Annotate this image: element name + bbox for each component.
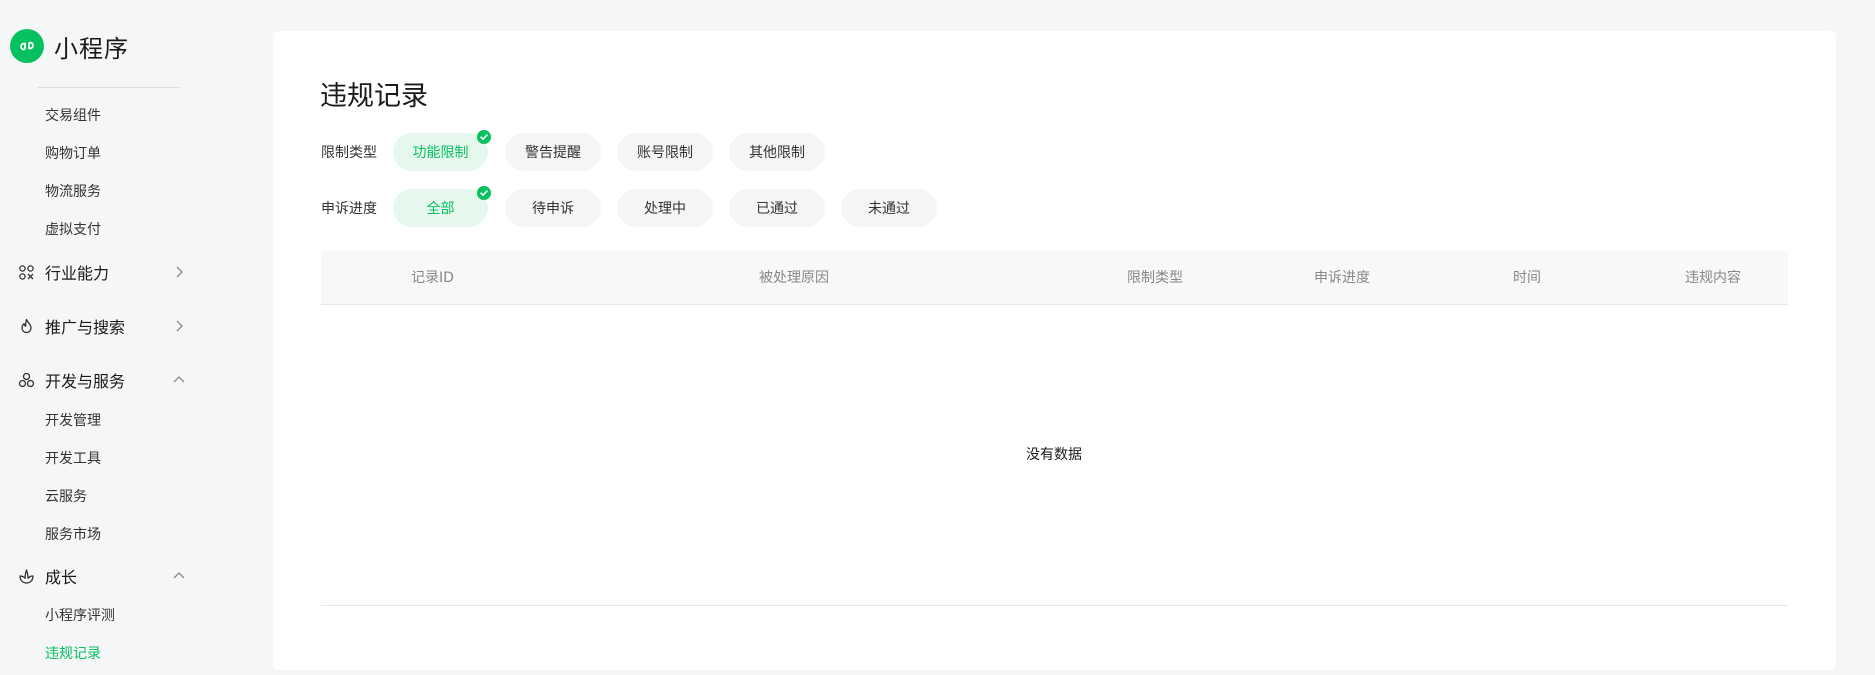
sidebar-group-industry[interactable]: 行业能力 bbox=[18, 259, 186, 285]
filter-chip-processing[interactable]: 处理中 bbox=[617, 189, 713, 227]
chip-label: 功能限制 bbox=[412, 145, 469, 161]
column-header-reason: 被处理原因 bbox=[759, 270, 829, 286]
sidebar-item-virtual-payment[interactable]: 虚拟支付 bbox=[45, 220, 101, 240]
filter-chip-function-restriction[interactable]: 功能限制 bbox=[393, 130, 491, 171]
sidebar-item-service-market[interactable]: 服务市场 bbox=[45, 525, 101, 545]
chevron-up-icon bbox=[172, 569, 186, 583]
sidebar-item-mini-program-review[interactable]: 小程序评测 bbox=[45, 606, 115, 626]
sidebar-group-label: 行业能力 bbox=[45, 264, 110, 283]
industry-icon bbox=[18, 264, 35, 281]
appeal-progress-label: 申诉进度 bbox=[321, 201, 377, 217]
empty-state-text: 没有数据 bbox=[1026, 447, 1082, 463]
filter-chip-rejected[interactable]: 未通过 bbox=[841, 189, 937, 227]
column-header-record-id: 记录ID bbox=[411, 270, 454, 286]
sidebar-item-cloud-service[interactable]: 云服务 bbox=[45, 487, 87, 507]
sidebar-group-label: 推广与搜索 bbox=[45, 318, 126, 337]
brand-title: 小程序 bbox=[54, 34, 129, 63]
sidebar-group-promotion[interactable]: 推广与搜索 bbox=[18, 313, 186, 339]
promotion-icon bbox=[18, 318, 35, 335]
column-header-violation-content: 违规内容 bbox=[1685, 270, 1741, 286]
chip-label: 其他限制 bbox=[749, 145, 805, 161]
check-icon bbox=[477, 130, 491, 144]
restriction-type-label: 限制类型 bbox=[321, 145, 377, 161]
table-header: 记录ID 被处理原因 限制类型 申诉进度 时间 违规内容 bbox=[321, 251, 1788, 305]
sidebar-group-dev-service[interactable]: 开发与服务 bbox=[18, 367, 186, 393]
filter-chip-pending-appeal[interactable]: 待申诉 bbox=[505, 189, 601, 227]
sidebar-group-label: 成长 bbox=[45, 568, 78, 587]
chip-label: 全部 bbox=[426, 201, 455, 217]
sidebar-item-trade-component[interactable]: 交易组件 bbox=[45, 106, 101, 126]
table-bottom-border bbox=[321, 605, 1788, 606]
column-header-restriction-type: 限制类型 bbox=[1127, 270, 1183, 286]
sidebar: 小程序 交易组件 购物订单 物流服务 虚拟支付 行业能力 推广与搜索 开发与服务… bbox=[0, 0, 260, 675]
main-panel: 违规记录 限制类型 功能限制 警告提醒 账号限制 其他限制 申诉进度 全部 待申… bbox=[273, 31, 1836, 670]
filter-chip-approved[interactable]: 已通过 bbox=[729, 189, 825, 227]
check-icon bbox=[477, 186, 491, 200]
chevron-right-icon bbox=[172, 319, 186, 333]
column-header-time: 时间 bbox=[1513, 270, 1541, 286]
sidebar-item-shopping-orders[interactable]: 购物订单 bbox=[45, 144, 101, 164]
chip-label: 账号限制 bbox=[637, 145, 693, 161]
sidebar-item-violation-records[interactable]: 违规记录 bbox=[45, 644, 101, 664]
filter-chip-other-restriction[interactable]: 其他限制 bbox=[729, 133, 825, 171]
filter-chip-warning[interactable]: 警告提醒 bbox=[505, 133, 601, 171]
filter-chip-account-restriction[interactable]: 账号限制 bbox=[617, 133, 713, 171]
page-title: 违规记录 bbox=[320, 81, 428, 112]
filter-chip-all[interactable]: 全部 bbox=[393, 186, 491, 227]
brand[interactable]: 小程序 bbox=[10, 29, 129, 63]
dev-service-icon bbox=[18, 372, 35, 389]
chevron-right-icon bbox=[172, 265, 186, 279]
sidebar-item-dev-tools[interactable]: 开发工具 bbox=[45, 449, 101, 469]
chip-label: 警告提醒 bbox=[525, 145, 581, 161]
sidebar-item-dev-management[interactable]: 开发管理 bbox=[45, 411, 101, 431]
sidebar-item-logistics[interactable]: 物流服务 bbox=[45, 182, 101, 202]
chip-label: 处理中 bbox=[644, 201, 686, 217]
growth-icon bbox=[18, 568, 35, 585]
chip-label: 未通过 bbox=[868, 201, 910, 217]
chip-label: 已通过 bbox=[756, 201, 798, 217]
mini-program-logo-icon bbox=[10, 29, 44, 63]
chip-label: 待申诉 bbox=[532, 201, 574, 217]
sidebar-divider bbox=[38, 87, 179, 88]
chevron-up-icon bbox=[172, 373, 186, 387]
sidebar-group-label: 开发与服务 bbox=[45, 372, 126, 391]
column-header-appeal-progress: 申诉进度 bbox=[1314, 270, 1370, 286]
sidebar-group-growth[interactable]: 成长 bbox=[18, 563, 186, 589]
